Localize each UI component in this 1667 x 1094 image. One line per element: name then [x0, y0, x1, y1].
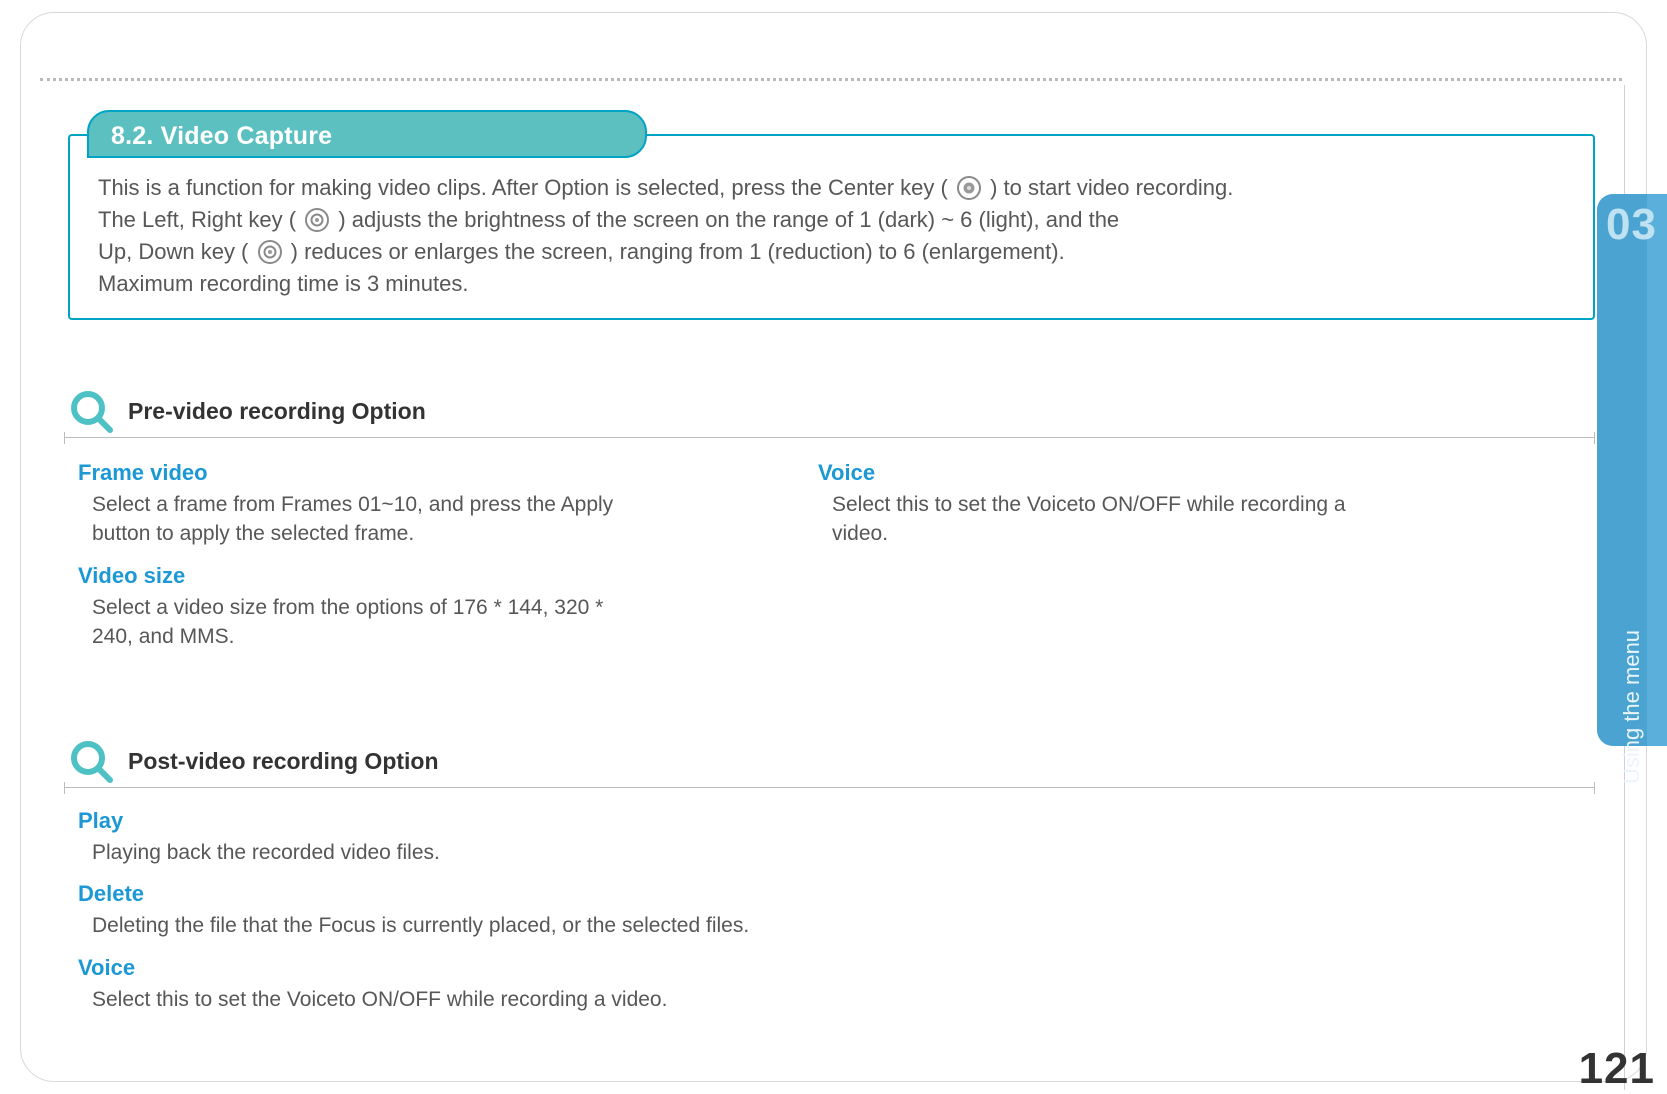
option-desc: Deleting the file that the Focus is curr… — [92, 911, 1378, 940]
intro-text: ) reduces or enlarges the screen, rangin… — [291, 239, 1065, 264]
option-desc: Select this to set the Voiceto ON/OFF wh… — [832, 490, 1378, 549]
option-delete: Delete Deleting the file that the Focus … — [78, 881, 1378, 940]
pre-subheader: Pre-video recording Option — [68, 388, 1595, 434]
section-intro-box: This is a function for making video clip… — [68, 134, 1595, 320]
option-title: Play — [78, 808, 1378, 834]
dotted-rule — [40, 78, 1622, 81]
option-title: Video size — [78, 563, 648, 589]
option-play: Play Playing back the recorded video fil… — [78, 808, 1378, 867]
manual-page: This is a function for making video clip… — [0, 0, 1667, 1094]
intro-text: The Left, Right key ( — [98, 207, 302, 232]
option-desc: Playing back the recorded video files. — [92, 838, 1378, 867]
intro-line-4: Maximum recording time is 3 minutes. — [98, 268, 1565, 300]
option-desc: Select this to set the Voiceto ON/OFF wh… — [92, 985, 1378, 1014]
up-down-key-icon — [257, 239, 283, 265]
magnifier-icon — [68, 738, 114, 784]
intro-text: ) to start video recording. — [990, 175, 1233, 200]
intro-line-2: The Left, Right key ( ) adjusts the brig… — [98, 204, 1565, 236]
pre-title: Pre-video recording Option — [128, 398, 426, 425]
option-desc: Select a frame from Frames 01~10, and pr… — [92, 490, 648, 549]
option-title: Frame video — [78, 460, 648, 486]
intro-text: This is a function for making video clip… — [98, 175, 954, 200]
chapter-label: Using the menu — [1619, 630, 1645, 784]
option-title: Voice — [818, 460, 1378, 486]
option-video-size: Video size Select a video size from the … — [78, 563, 648, 652]
option-voice-pre: Voice Select this to set the Voiceto ON/… — [818, 460, 1378, 549]
post-title: Post-video recording Option — [128, 748, 439, 775]
option-desc: Select a video size from the options of … — [92, 593, 648, 652]
option-title: Delete — [78, 881, 1378, 907]
chapter-number: 03 — [1606, 200, 1657, 250]
option-title: Voice — [78, 955, 1378, 981]
pre-col-left: Frame video Select a frame from Frames 0… — [78, 460, 648, 666]
chapter-tab: 03 Using the menu — [1597, 194, 1667, 746]
intro-line-1: This is a function for making video clip… — [98, 172, 1565, 204]
pre-col-right: Voice Select this to set the Voiceto ON/… — [818, 460, 1378, 563]
chapter-tab-stripe — [1647, 194, 1667, 746]
magnifier-icon — [68, 388, 114, 434]
option-voice-post: Voice Select this to set the Voiceto ON/… — [78, 955, 1378, 1014]
option-frame-video: Frame video Select a frame from Frames 0… — [78, 460, 648, 549]
post-subheader: Post-video recording Option — [68, 738, 1595, 784]
post-col: Play Playing back the recorded video fil… — [78, 808, 1378, 1028]
center-key-icon — [956, 175, 982, 201]
left-right-key-icon — [304, 207, 330, 233]
intro-text: ) adjusts the brightness of the screen o… — [338, 207, 1119, 232]
page-number: 121 — [1579, 1044, 1655, 1094]
intro-line-3: Up, Down key ( ) reduces or enlarges the… — [98, 236, 1565, 268]
section-title-tab: 8.2. Video Capture — [87, 110, 647, 158]
intro-text: Up, Down key ( — [98, 239, 255, 264]
